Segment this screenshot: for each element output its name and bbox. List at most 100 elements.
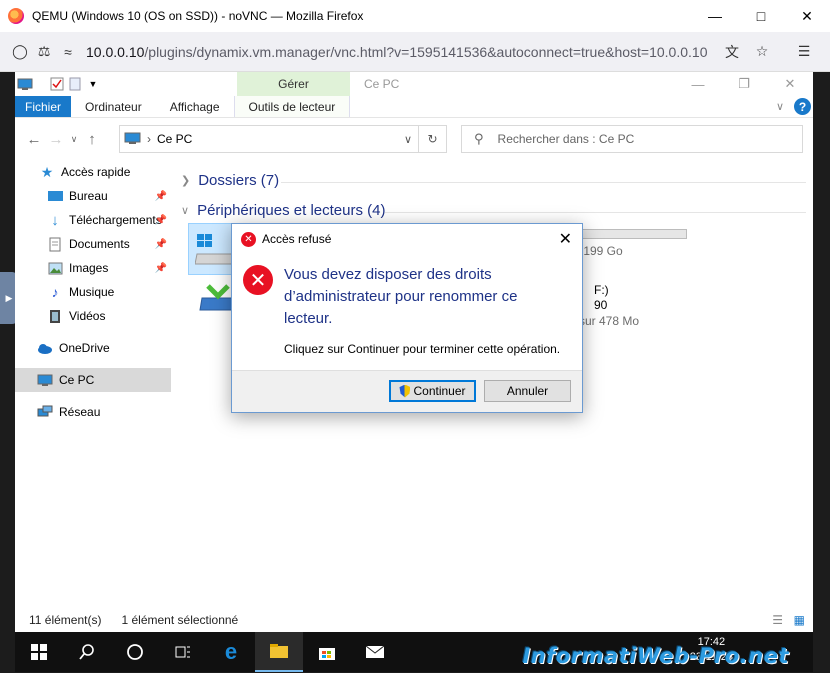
drive-f-label: F:) bbox=[594, 283, 609, 297]
drive-f-sub: 90 bbox=[594, 298, 608, 312]
maximize-icon[interactable]: □ bbox=[738, 0, 784, 32]
drive-f-free-text: sur 478 Mo bbox=[579, 314, 640, 328]
search-box[interactable]: ⚲ Rechercher dans : Ce PC bbox=[461, 125, 803, 153]
pin-icon: 📌 bbox=[154, 238, 167, 250]
group-label: Dossiers (7) bbox=[198, 172, 280, 189]
shield-icon[interactable]: ◯ bbox=[8, 40, 32, 64]
sidebar-item-documents[interactable]: Documents 📌 bbox=[15, 232, 171, 256]
group-header-peripheriques[interactable]: ∨ Périphériques et lecteurs (4) bbox=[181, 202, 386, 219]
minimize-icon[interactable]: — bbox=[692, 0, 738, 32]
recent-locations-icon[interactable]: ∨ bbox=[67, 134, 81, 145]
group-header-dossiers[interactable]: ❯ Dossiers (7) bbox=[181, 172, 279, 189]
new-folder-icon[interactable] bbox=[67, 76, 83, 92]
tab-fichier[interactable]: Fichier bbox=[15, 96, 71, 117]
windows-taskbar: e 17:42 23-11-23 InformatiWeb-Pro.net bbox=[15, 632, 813, 672]
file-explorer-icon[interactable] bbox=[255, 632, 303, 672]
url-field[interactable]: 10.0.0.10/plugins/dynamix.vm.manager/vnc… bbox=[86, 44, 716, 60]
tab-affichage[interactable]: Affichage bbox=[156, 96, 234, 117]
browser-title: QEMU (Windows 10 (OS on SSD)) - noVNC — … bbox=[32, 9, 364, 23]
menu-icon[interactable]: ☰ bbox=[792, 40, 816, 64]
sidebar-item-telechargements[interactable]: ↓ Téléchargements 📌 bbox=[15, 208, 171, 232]
ribbon-right-controls: ∨ ? bbox=[776, 98, 811, 115]
sidebar-item-label: Téléchargements bbox=[69, 213, 162, 227]
bookmark-star-icon[interactable]: ☆ bbox=[750, 40, 774, 64]
chevron-down-icon: ∨ bbox=[181, 205, 190, 217]
explorer-close-icon[interactable]: ✕ bbox=[767, 72, 813, 96]
film-icon bbox=[47, 308, 63, 324]
sidebar-item-reseau[interactable]: Réseau bbox=[15, 400, 171, 424]
uac-shield-icon bbox=[399, 384, 411, 398]
back-arrow-icon[interactable]: ← bbox=[23, 131, 45, 148]
sidebar-item-ce-pc[interactable]: Ce PC bbox=[15, 368, 171, 392]
sidebar-item-acces-rapide[interactable]: ★ Accès rapide bbox=[15, 160, 171, 184]
pin-icon: 📌 bbox=[154, 214, 167, 226]
status-selected: 1 élément sélectionné bbox=[121, 613, 239, 627]
address-computer-icon bbox=[124, 132, 141, 144]
refresh-icon[interactable]: ↻ bbox=[419, 125, 447, 153]
close-icon[interactable]: ✕ bbox=[784, 0, 830, 32]
browser-titlebar: QEMU (Windows 10 (OS on SSD)) - noVNC — … bbox=[0, 0, 830, 32]
sidebar-item-label: Documents bbox=[69, 237, 130, 251]
connection-icon[interactable]: ≈ bbox=[56, 40, 80, 64]
task-view-icon[interactable] bbox=[159, 632, 207, 672]
status-item-count: 11 élément(s) bbox=[29, 613, 102, 627]
sidebar-item-musique[interactable]: ♪ Musique bbox=[15, 280, 171, 304]
properties-icon[interactable] bbox=[49, 76, 65, 92]
explorer-restore-icon[interactable]: ❐ bbox=[721, 72, 767, 96]
download-arrow-icon: ↓ bbox=[51, 211, 59, 229]
address-separator-icon[interactable]: › bbox=[147, 132, 151, 146]
search-placeholder: Rechercher dans : Ce PC bbox=[497, 132, 635, 146]
watermark-logo: InformatiWeb-Pro.net bbox=[522, 644, 789, 668]
sidebar-item-label: Images bbox=[69, 261, 109, 275]
up-arrow-icon[interactable]: ↑ bbox=[81, 131, 103, 148]
sidebar-item-label: Vidéos bbox=[69, 309, 106, 323]
details-view-icon[interactable]: ☰ bbox=[772, 613, 783, 627]
help-icon[interactable]: ? bbox=[794, 98, 811, 115]
sidebar-item-videos[interactable]: Vidéos bbox=[15, 304, 171, 328]
store-icon[interactable] bbox=[303, 632, 351, 672]
dialog-titlebar: ✕ Accès refusé ✕ bbox=[232, 224, 582, 254]
forward-arrow-icon[interactable]: → bbox=[45, 131, 67, 148]
access-denied-dialog: ✕ Accès refusé ✕ ✕ Vous devez disposer d… bbox=[231, 223, 583, 413]
search-icon[interactable] bbox=[63, 632, 111, 672]
context-tab-gerer[interactable]: Gérer bbox=[237, 72, 350, 96]
firefox-logo-icon bbox=[8, 8, 24, 24]
tab-ordinateur[interactable]: Ordinateur bbox=[71, 96, 156, 117]
sidebar-item-label: Bureau bbox=[69, 189, 108, 203]
dialog-title: Accès refusé bbox=[262, 232, 332, 246]
address-bar[interactable]: › Ce PC ∨ bbox=[119, 125, 419, 153]
cortana-icon[interactable] bbox=[111, 632, 159, 672]
dialog-message: Vous devez disposer des droits d’adminis… bbox=[284, 266, 518, 327]
document-icon bbox=[47, 236, 63, 252]
browser-window-controls: — □ ✕ bbox=[692, 0, 830, 32]
network-icon bbox=[37, 404, 53, 420]
permissions-icon[interactable]: ⚖ bbox=[32, 40, 56, 64]
vnc-viewport[interactable]: ▶ ▼ Gérer Ce PC — ❐ ✕ Fichier Ordinateur… bbox=[0, 72, 830, 673]
address-dropdown-icon[interactable]: ∨ bbox=[404, 133, 412, 146]
sidebar-item-label: Ce PC bbox=[59, 373, 95, 387]
dialog-close-icon[interactable]: ✕ bbox=[559, 229, 572, 249]
sidebar-item-bureau[interactable]: Bureau 📌 bbox=[15, 184, 171, 208]
chevron-right-icon: ❯ bbox=[181, 175, 191, 187]
navigation-pane: ★ Accès rapide Bureau 📌 ↓ Téléchargement… bbox=[15, 160, 173, 608]
translate-icon[interactable]: 文 bbox=[720, 40, 744, 64]
mail-icon[interactable] bbox=[351, 632, 399, 672]
edge-browser-icon[interactable]: e bbox=[207, 632, 255, 672]
continue-button[interactable]: Continuer bbox=[389, 380, 476, 402]
group-divider bbox=[281, 182, 806, 183]
drive-c-usage-bar bbox=[581, 229, 687, 239]
cancel-button[interactable]: Annuler bbox=[484, 380, 571, 402]
computer-icon bbox=[17, 76, 33, 92]
quick-access-dropdown-icon[interactable]: ▼ bbox=[85, 76, 101, 92]
sidebar-item-images[interactable]: Images 📌 bbox=[15, 256, 171, 280]
error-icon: ✕ bbox=[243, 265, 273, 295]
tab-outils-de-lecteur[interactable]: Outils de lecteur bbox=[233, 96, 351, 117]
start-windows-icon[interactable] bbox=[15, 632, 63, 672]
browser-toolbar: ◯ ⚖ ≈ 10.0.0.10/plugins/dynamix.vm.manag… bbox=[0, 32, 830, 72]
expand-ribbon-icon[interactable]: ∨ bbox=[776, 100, 784, 113]
continue-label: Continuer bbox=[413, 384, 466, 398]
tiles-view-icon[interactable]: ▦ bbox=[794, 613, 805, 627]
status-bar: 11 élément(s) 1 élément sélectionné ☰ ▦ bbox=[15, 608, 813, 632]
explorer-minimize-icon[interactable]: — bbox=[675, 72, 721, 96]
sidebar-item-onedrive[interactable]: OneDrive bbox=[15, 336, 171, 360]
